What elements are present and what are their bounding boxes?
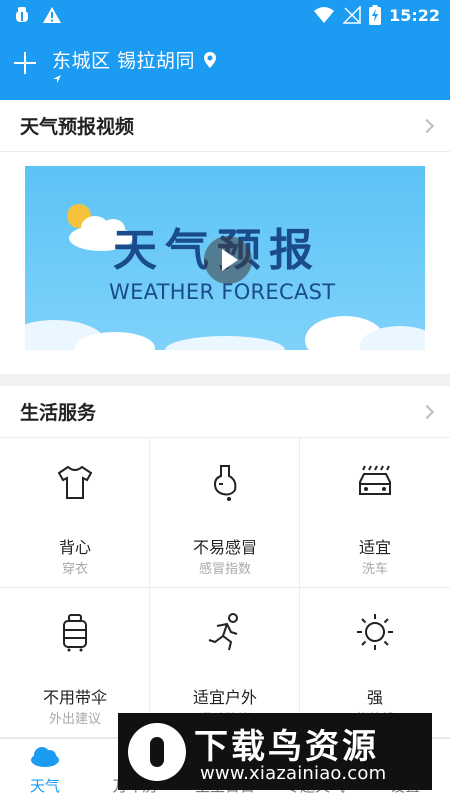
service-car-wash[interactable]: 适宜 洗车 <box>300 438 450 588</box>
section-title: 生活服务 <box>20 402 97 424</box>
bug-icon <box>16 7 28 22</box>
no-signal-icon <box>343 6 361 24</box>
life-services-header[interactable]: 生活服务 <box>0 386 450 438</box>
chevron-right-icon <box>419 118 435 133</box>
service-clothing[interactable]: 背心 穿衣 <box>0 438 150 588</box>
battery-charging-icon <box>369 5 382 25</box>
service-cold[interactable]: 不易感冒 感冒指数 <box>150 438 300 588</box>
warning-icon <box>43 7 61 23</box>
service-value: 背心 <box>58 538 91 557</box>
chevron-right-icon <box>419 404 435 419</box>
add-city-button[interactable] <box>14 52 36 74</box>
status-bar: 15:22 <box>0 0 450 32</box>
service-value: 适宜户外 <box>192 688 257 707</box>
cloud-icon <box>31 747 59 767</box>
service-label: 感冒指数 <box>198 562 251 577</box>
location-name: 东城区 锡拉胡同 <box>52 50 196 72</box>
app-header: 东城区 锡拉胡同 <box>0 32 450 100</box>
location-pin-icon <box>204 51 217 68</box>
watermark-logo <box>128 723 186 781</box>
service-label: 洗车 <box>361 562 388 577</box>
watermark-brand: 下载鸟资源 <box>194 727 379 767</box>
watermark-url: www.xiazainiao.com <box>200 763 387 784</box>
cold-icon <box>213 465 237 501</box>
section-title: 天气预报视频 <box>20 116 135 138</box>
watermark-banner: 下载鸟资源 www.xiazainiao.com <box>118 713 432 790</box>
clock: 15:22 <box>389 5 440 25</box>
service-value: 适宜 <box>358 538 391 557</box>
cloud-decoration <box>25 316 425 350</box>
service-value: 强 <box>366 688 383 707</box>
forecast-video-thumbnail[interactable]: 天气预报 WEATHER FORECAST <box>25 166 425 350</box>
tab-label: 天气 <box>29 777 60 795</box>
wifi-icon <box>314 7 335 23</box>
life-services-section: 生活服务 背心 穿衣 不易感冒 感冒指数 适宜 洗车 不用带伞 外出建议 适宜户… <box>0 386 450 738</box>
luggage-icon <box>63 614 87 652</box>
tshirt-icon <box>57 465 93 499</box>
service-value: 不用带伞 <box>42 688 107 707</box>
service-label: 穿衣 <box>61 562 88 577</box>
forecast-video-section: 天气预报视频 天气预报 WEATHER FORECAST <box>0 100 450 374</box>
car-wash-icon <box>359 465 391 495</box>
sun-icon <box>357 614 393 650</box>
tab-weather[interactable]: 天气 <box>0 739 90 800</box>
location-selector[interactable]: 东城区 锡拉胡同 <box>52 46 217 73</box>
play-icon[interactable] <box>204 236 252 284</box>
forecast-video-header[interactable]: 天气预报视频 <box>0 100 450 152</box>
service-value: 不易感冒 <box>192 538 257 557</box>
banner-title-en: WEATHER FORECAST <box>109 280 336 304</box>
running-icon <box>208 613 238 651</box>
navigation-arrow-icon <box>53 75 61 83</box>
